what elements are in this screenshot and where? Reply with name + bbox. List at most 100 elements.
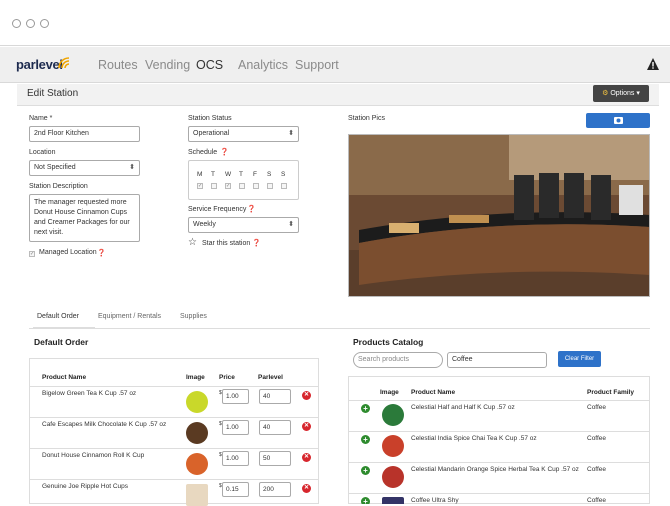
product-thumbnail: [382, 435, 404, 457]
status-select[interactable]: Operational ⬍: [188, 126, 299, 142]
column-header: Price: [219, 374, 235, 381]
day-checkbox[interactable]: [211, 183, 217, 189]
table-row: + Celestial Half and Half K Cup .57 oz C…: [349, 400, 649, 431]
description-textarea[interactable]: The manager requested more Donut House C…: [29, 194, 140, 242]
column-header: Product Family: [587, 389, 634, 396]
price-input[interactable]: 1.00: [222, 389, 249, 404]
catalog-search-input[interactable]: Search products: [353, 352, 443, 368]
table-row: Cafe Escapes Milk Chocolate K Cup .57 oz…: [30, 417, 318, 448]
product-family: Coffee: [587, 497, 607, 504]
star-icon[interactable]: ☆: [188, 237, 197, 248]
remove-icon[interactable]: ✕: [302, 484, 311, 493]
catalog-title: Products Catalog: [353, 337, 424, 347]
schedule-label: Schedule: [188, 149, 218, 156]
name-field[interactable]: 2nd Floor Kitchen: [29, 126, 140, 142]
nav-support[interactable]: Support: [295, 58, 339, 72]
day-label: S: [281, 171, 286, 178]
parlevel-input[interactable]: 50: [259, 451, 291, 466]
help-icon[interactable]: ❓: [97, 249, 106, 257]
column-header: Product Name: [42, 374, 87, 381]
nav-ocs[interactable]: OCS: [196, 58, 223, 72]
column-header: Parlevel: [258, 374, 283, 381]
parlevel-input[interactable]: 200: [259, 482, 291, 497]
day-checkbox[interactable]: [281, 183, 287, 189]
product-family: Coffee: [587, 466, 607, 473]
frequency-select[interactable]: Weekly ⬍: [188, 217, 299, 233]
product-thumbnail: [186, 391, 208, 413]
day-label: M: [197, 171, 203, 178]
frequency-label: Service Frequency: [188, 206, 247, 213]
product-thumbnail: [186, 453, 208, 475]
window-minimize-dot[interactable]: [26, 19, 35, 28]
camera-icon: [614, 117, 623, 124]
table-row: + Celestial India Spice Chai Tea K Cup .…: [349, 431, 649, 462]
price-input[interactable]: 0.15: [222, 482, 249, 497]
tab-supplies[interactable]: Supplies: [180, 313, 207, 320]
catalog-family-filter[interactable]: Coffee: [447, 352, 547, 368]
day-checkbox[interactable]: [267, 183, 273, 189]
remove-icon[interactable]: ✕: [302, 422, 311, 431]
active-tab-indicator: [33, 327, 95, 329]
brand-logo[interactable]: parlevel: [16, 57, 63, 72]
managed-location-label: Managed Location: [39, 249, 97, 256]
product-name: Cafe Escapes Milk Chocolate K Cup .57 oz: [42, 421, 167, 428]
add-icon[interactable]: +: [361, 404, 370, 413]
page-title: Edit Station: [27, 88, 79, 99]
station-photo[interactable]: [348, 134, 650, 297]
product-name: Coffee Ultra Shy: [411, 497, 459, 504]
remove-icon[interactable]: ✕: [302, 453, 311, 462]
window-close-dot[interactable]: [12, 19, 21, 28]
day-checkbox[interactable]: ✓: [225, 183, 231, 189]
location-select-value: Not Specified: [34, 164, 76, 171]
add-icon[interactable]: +: [361, 497, 370, 504]
product-thumbnail: [382, 404, 404, 426]
warning-icon[interactable]: [646, 57, 660, 71]
product-thumbnail: [186, 422, 208, 444]
product-name: Celestial India Spice Chai Tea K Cup .57…: [411, 435, 537, 442]
product-name: Bigelow Green Tea K Cup .57 oz: [42, 390, 137, 397]
options-button[interactable]: ⚙ Options ▾: [593, 85, 649, 102]
nav-vending[interactable]: Vending: [145, 58, 190, 72]
parlevel-input[interactable]: 40: [259, 389, 291, 404]
location-select[interactable]: Not Specified ⬍: [29, 160, 140, 176]
price-input[interactable]: 1.00: [222, 451, 249, 466]
panel-header: Edit Station ⚙ Options ▾: [17, 84, 659, 106]
nav-analytics[interactable]: Analytics: [238, 58, 288, 72]
day-label: T: [211, 171, 215, 178]
column-header: Image: [380, 389, 399, 396]
day-checkbox[interactable]: [253, 183, 259, 189]
parlevel-input[interactable]: 40: [259, 420, 291, 435]
product-name: Genuine Joe Ripple Hot Cups: [42, 483, 128, 490]
status-select-value: Operational: [193, 130, 230, 137]
product-family: Coffee: [587, 404, 607, 411]
clear-filter-button[interactable]: Clear Filter: [558, 351, 601, 367]
remove-icon[interactable]: ✕: [302, 391, 311, 400]
nav-routes[interactable]: Routes: [98, 58, 138, 72]
options-button-label: Options: [610, 90, 635, 97]
gear-icon: ⚙: [602, 90, 609, 97]
help-icon[interactable]: ❓: [252, 239, 261, 247]
status-label: Station Status: [188, 115, 232, 122]
window-zoom-dot[interactable]: [40, 19, 49, 28]
tab-default-order[interactable]: Default Order: [37, 313, 79, 320]
edit-station-panel: Edit Station ⚙ Options ▾ Name * 2nd Floo…: [17, 84, 659, 506]
tab-equipment-rentals[interactable]: Equipment / Rentals: [98, 313, 161, 320]
window-titlebar: [0, 0, 670, 46]
day-checkbox[interactable]: ✓: [197, 183, 203, 189]
table-row: Donut House Cinnamon Roll K Cup $ 1.00 5…: [30, 448, 318, 479]
product-name: Celestial Mandarin Orange Spice Herbal T…: [411, 466, 579, 473]
name-label: Name *: [29, 115, 53, 122]
help-icon[interactable]: ❓: [220, 148, 229, 156]
add-icon[interactable]: +: [361, 466, 370, 475]
star-station-label[interactable]: Star this station: [202, 240, 250, 247]
managed-location-checkbox[interactable]: ✓: [29, 251, 35, 257]
help-icon[interactable]: ❓: [247, 205, 256, 213]
location-label: Location: [29, 149, 56, 156]
select-caret-icon: ⬍: [288, 130, 294, 137]
day-label: S: [267, 171, 272, 178]
logo-wave-icon: [58, 57, 70, 69]
price-input[interactable]: 1.00: [222, 420, 249, 435]
upload-photo-button[interactable]: [586, 113, 650, 128]
add-icon[interactable]: +: [361, 435, 370, 444]
day-checkbox[interactable]: [239, 183, 245, 189]
